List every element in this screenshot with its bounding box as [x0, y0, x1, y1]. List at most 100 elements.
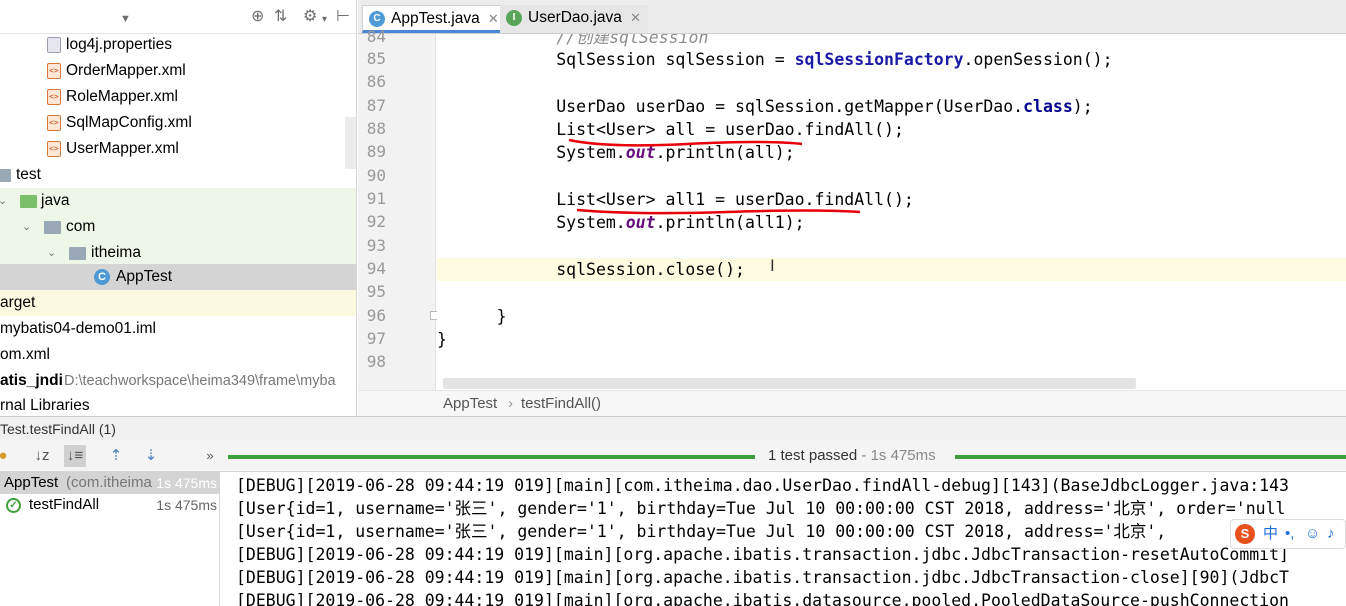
tree-item-label: om.xml: [0, 346, 50, 363]
tree-item-label: com: [66, 218, 96, 235]
tree-item-label: mybatis04-demo01.iml: [0, 320, 156, 337]
sort-alpha-icon[interactable]: ↓z: [31, 445, 53, 467]
interface-icon: I: [506, 10, 522, 26]
ime-toolbar: S 中 •, ☺ ♪: [1230, 519, 1346, 549]
xml-file-icon: [47, 115, 61, 131]
test-suite-row[interactable]: AppTest (com.itheima 1s 475ms: [0, 472, 220, 494]
source-folder-icon: [20, 195, 37, 208]
tree-item-java[interactable]: ⌄ java: [0, 188, 356, 214]
line-number: 85: [366, 49, 386, 68]
chevron-down-icon[interactable]: ⌄: [47, 240, 56, 266]
line-number: 98: [366, 352, 386, 371]
test-duration: 1s 475ms: [156, 472, 217, 494]
expand-all-icon[interactable]: ⇡: [105, 445, 127, 467]
console-line: [DEBUG][2019-06-28 09:44:19 019][main][o…: [236, 591, 1289, 606]
console-line: [DEBUG][2019-06-28 09:44:19 019][main][o…: [236, 568, 1289, 587]
tree-item-ordermapper[interactable]: OrderMapper.xml: [0, 58, 356, 84]
tree-item-label: test: [16, 166, 41, 183]
tree-item-label: rnal Libraries: [0, 397, 90, 414]
chevron-down-icon[interactable]: ⌄: [22, 214, 31, 240]
tree-item-libraries[interactable]: rnal Libraries: [0, 393, 356, 416]
breadcrumb: AppTest › testFindAll(): [358, 390, 1346, 416]
status-text: 1 test passed: [768, 447, 858, 464]
tab-label: UserDao.java: [528, 9, 622, 26]
microphone-icon[interactable]: ♪: [1327, 520, 1335, 548]
test-case-row[interactable]: ✓ testFindAll 1s 475ms: [0, 494, 220, 516]
breadcrumb-item[interactable]: AppTest: [443, 391, 497, 417]
run-title-bar: Test.testFindAll (1): [0, 416, 1346, 440]
line-number: 91: [366, 189, 386, 208]
sort-duration-icon[interactable]: ↓≡: [64, 445, 86, 467]
rerun-icon[interactable]: ●: [0, 445, 14, 467]
tree-item-label: RoleMapper.xml: [66, 88, 178, 105]
emoji-icon[interactable]: ☺: [1305, 520, 1320, 548]
tree-item-pom[interactable]: om.xml: [0, 342, 356, 368]
tree-item-module[interactable]: atis_jndi D:\teachworkspace\heima349\fra…: [0, 368, 356, 394]
code-editor[interactable]: //创建sqlSession SqlSession sqlSession = s…: [437, 34, 1346, 390]
scrollbar-thumb[interactable]: [345, 117, 356, 169]
sogou-logo-icon[interactable]: S: [1235, 524, 1255, 544]
line-number: 95: [366, 282, 386, 301]
tree-item-label: itheima: [91, 244, 141, 261]
console-output[interactable]: [DEBUG][2019-06-28 09:44:19 019][main][c…: [222, 472, 1346, 606]
tab-userdao[interactable]: I UserDao.java ✕: [500, 5, 648, 33]
module-path: D:\teachworkspace\heima349\frame\myba: [64, 373, 336, 389]
properties-file-icon: [47, 37, 61, 53]
line-number: 97: [366, 329, 386, 348]
line-number: 93: [366, 236, 386, 255]
run-config-label[interactable]: Test.testFindAll (1): [0, 417, 116, 441]
tree-item-sqlmapconfig[interactable]: SqlMapConfig.xml: [0, 110, 356, 136]
tree-item-test[interactable]: test: [0, 162, 356, 188]
breadcrumb-item[interactable]: testFindAll(): [521, 391, 601, 417]
line-number: 84: [366, 27, 386, 46]
line-number: 92: [366, 212, 386, 231]
collapse-icon[interactable]: ⇅: [274, 8, 287, 26]
more-icon[interactable]: »: [199, 445, 221, 467]
line-number: 86: [366, 72, 386, 91]
collapse-all-icon[interactable]: ⇣: [140, 445, 162, 467]
tree-item-label: SqlMapConfig.xml: [66, 114, 192, 131]
line-number: 88: [366, 119, 386, 138]
horizontal-scrollbar[interactable]: [443, 378, 1136, 389]
line-number-gutter: 84 85 86 87 88 89 90 91 92 93 94 95 96 9…: [358, 27, 439, 390]
dropdown-icon[interactable]: ▾: [322, 11, 327, 29]
close-icon[interactable]: ✕: [630, 5, 641, 31]
package-icon: [69, 247, 86, 260]
console-line: [User{id=1, username='张三', gender='1', b…: [236, 522, 1167, 541]
tree-item-target[interactable]: arget: [0, 290, 356, 316]
tree-item-rolemapper[interactable]: RoleMapper.xml: [0, 84, 356, 110]
gear-icon[interactable]: ⚙: [303, 8, 317, 26]
console-line: [User{id=1, username='张三', gender='1', b…: [236, 499, 1286, 518]
tree-item-apptest[interactable]: C AppTest: [0, 264, 356, 290]
test-status: 1 test passed - 1s 475ms: [768, 446, 936, 466]
target-icon[interactable]: ⊕: [251, 8, 264, 26]
line-number: 89: [366, 142, 386, 161]
chevron-down-icon[interactable]: ⌄: [0, 188, 7, 214]
ime-mode-label[interactable]: 中: [1263, 520, 1278, 548]
xml-file-icon: [47, 89, 61, 105]
line-number: 87: [366, 96, 386, 115]
chevron-down-icon[interactable]: ▼: [120, 10, 131, 28]
status-duration: - 1s 475ms: [861, 447, 936, 464]
tree-item-itheima[interactable]: ⌄ itheima: [0, 240, 356, 266]
red-underline-annotation: [568, 138, 861, 215]
punctuation-icon[interactable]: •,: [1285, 520, 1294, 548]
tree-item-usermapper[interactable]: UserMapper.xml: [0, 136, 356, 162]
line-number: 94: [366, 259, 386, 278]
class-icon: C: [369, 11, 385, 27]
test-duration: 1s 475ms: [156, 497, 217, 513]
console-line: [DEBUG][2019-06-28 09:44:19 019][main][c…: [236, 476, 1289, 495]
tree-item-com[interactable]: ⌄ com: [0, 214, 356, 240]
passed-check-icon: ✓: [6, 498, 21, 513]
line-number: 90: [366, 166, 386, 185]
xml-file-icon: [47, 141, 61, 157]
xml-file-icon: [47, 63, 61, 79]
close-icon[interactable]: ✕: [488, 6, 499, 32]
hide-icon[interactable]: ⊢: [336, 8, 350, 26]
tree-item-log4j[interactable]: log4j.properties: [0, 32, 356, 58]
tab-label: AppTest.java: [391, 10, 480, 27]
editor-tab-bar: C AppTest.java ✕ I UserDao.java ✕: [358, 0, 1346, 34]
tree-item-iml[interactable]: mybatis04-demo01.iml: [0, 316, 356, 342]
tree-item-label: java: [41, 192, 70, 209]
folder-icon: [0, 169, 11, 182]
